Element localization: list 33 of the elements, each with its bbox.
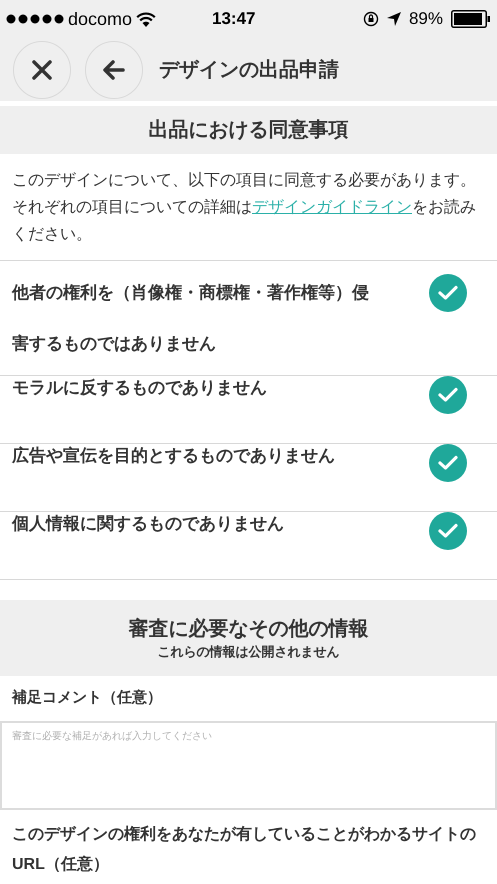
check-icon	[438, 455, 458, 471]
agreement-checkbox[interactable]	[429, 274, 467, 312]
agreement-label: 他者の権利を（肖像権・商標権・著作権等）侵害するものではありません	[12, 282, 370, 355]
check-icon	[438, 285, 458, 301]
close-button[interactable]	[13, 40, 71, 98]
section-title: 審査に必要なその他の情報	[128, 616, 368, 642]
check-icon	[438, 523, 458, 539]
agreement-checkbox[interactable]	[429, 512, 467, 550]
carrier-name: docomo	[68, 8, 132, 30]
section-subtitle: これらの情報は公開されません	[158, 643, 340, 661]
back-button[interactable]	[85, 40, 143, 98]
signal-icon	[6, 14, 64, 24]
close-icon	[32, 60, 52, 80]
agreement-checkbox[interactable]	[429, 376, 467, 414]
agreement-label: 個人情報に関するものでありません	[12, 513, 284, 535]
battery-percentage: 89%	[408, 8, 443, 30]
battery-icon	[451, 10, 491, 28]
back-arrow-icon	[103, 60, 125, 80]
rotation-lock-icon	[362, 11, 379, 27]
check-icon	[438, 387, 458, 403]
agreement-checkbox[interactable]	[429, 444, 467, 482]
agreement-label: 広告や宣伝を目的とするものでありません	[12, 445, 335, 467]
page-title: デザインの出品申請	[159, 58, 339, 82]
wifi-icon	[136, 12, 156, 26]
comment-field[interactable]: 審査に必要な補足があれば入力してください	[0, 721, 497, 810]
section-title: 出品における同意事項	[148, 118, 348, 143]
comment-label: 補足コメント（任意）	[12, 688, 162, 708]
intro-paragraph: このデザインについて、以下の項目に同意する必要があります。それぞれの項目についての詳細はデザインガイドラインをお読みください。	[0, 154, 497, 261]
location-arrow-icon	[386, 12, 401, 26]
agreement-label: モラルに反するものでありません	[12, 377, 267, 399]
guideline-link[interactable]: デザインガイドライン	[252, 199, 412, 216]
url-label: このデザインの権利をあなたが有していることがわかるサイトのURL（任意）	[12, 826, 476, 873]
status-time: 13:47	[212, 8, 256, 30]
